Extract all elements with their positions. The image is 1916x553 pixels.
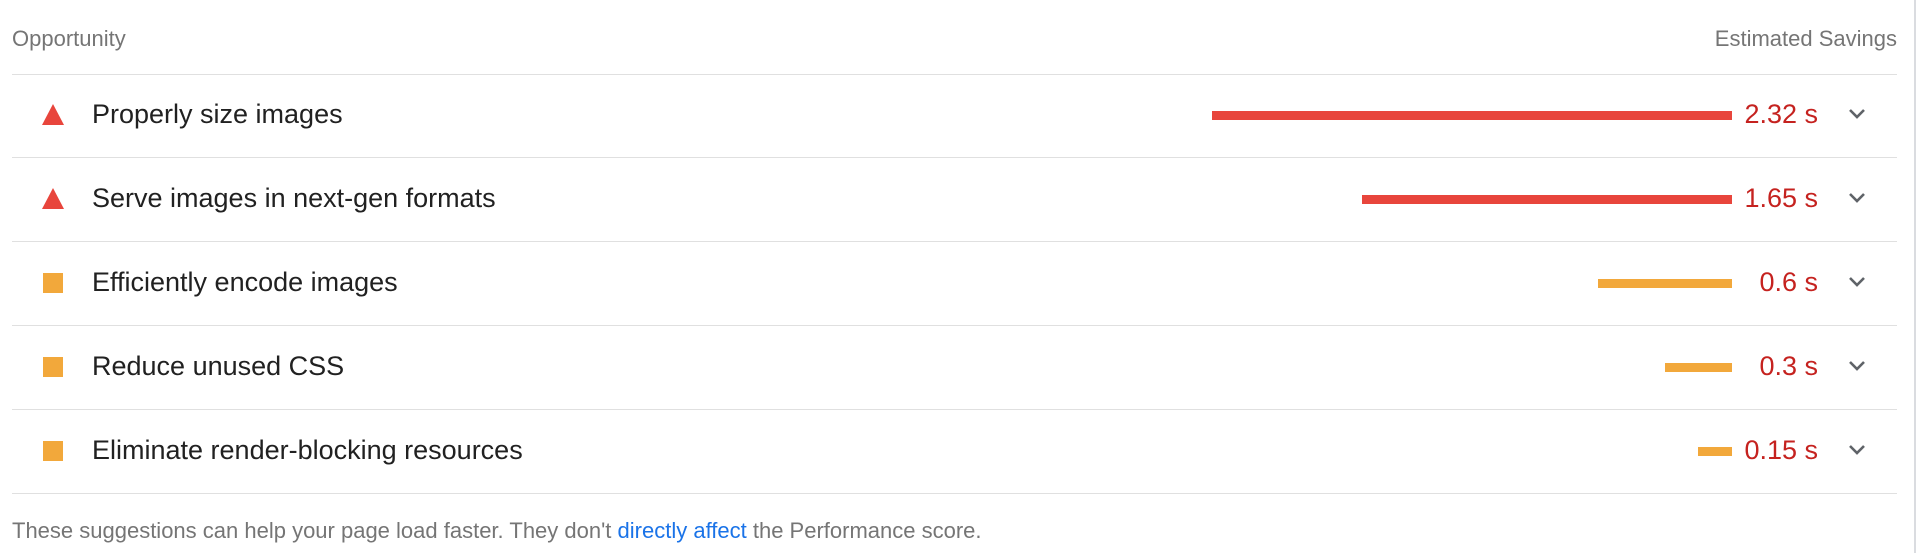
savings-bar — [1598, 279, 1732, 288]
savings-bar — [1362, 195, 1732, 204]
square-icon — [43, 357, 63, 377]
opportunity-row[interactable]: Reduce unused CSS 0.3 s — [12, 326, 1897, 410]
savings-value: 0.6 s — [1759, 267, 1818, 297]
savings-bar — [1212, 111, 1732, 120]
opportunities-footer-note: These suggestions can help your page loa… — [12, 518, 982, 544]
opportunity-title: Serve images in next-gen formats — [92, 183, 496, 213]
opportunity-row[interactable]: Eliminate render-blocking resources 0.15… — [12, 410, 1897, 494]
chevron-down-icon[interactable] — [1843, 352, 1871, 380]
estimated-savings-column-label: Estimated Savings — [1714, 26, 1897, 51]
chevron-down-icon[interactable] — [1843, 268, 1871, 296]
chevron-down-icon[interactable] — [1843, 184, 1871, 212]
opportunity-row[interactable]: Efficiently encode images 0.6 s — [12, 242, 1897, 326]
square-icon — [43, 441, 63, 461]
opportunity-title: Reduce unused CSS — [92, 351, 345, 381]
footer-text-after: the Performance score. — [746, 518, 982, 543]
footer-text-before: These suggestions can help your page loa… — [12, 518, 618, 543]
opportunity-title: Properly size images — [92, 99, 343, 129]
opportunities-header: Opportunity Estimated Savings — [12, 0, 1897, 75]
opportunity-list: Properly size images 2.32 s Serve images… — [12, 74, 1897, 494]
triangle-icon — [42, 188, 64, 209]
savings-bar — [1698, 447, 1732, 456]
savings-value: 0.15 s — [1744, 435, 1818, 465]
chevron-down-icon[interactable] — [1843, 100, 1871, 128]
square-icon — [43, 273, 63, 293]
savings-bar — [1665, 363, 1732, 372]
opportunity-title: Efficiently encode images — [92, 267, 398, 297]
opportunity-row[interactable]: Serve images in next-gen formats 1.65 s — [12, 158, 1897, 242]
triangle-icon — [42, 104, 64, 125]
opportunity-row[interactable]: Properly size images 2.32 s — [12, 74, 1897, 158]
savings-value: 2.32 s — [1744, 99, 1818, 129]
chevron-down-icon[interactable] — [1843, 436, 1871, 464]
opportunity-column-label: Opportunity — [12, 26, 126, 51]
directly-affect-link[interactable]: directly affect — [618, 518, 747, 543]
savings-value: 1.65 s — [1744, 183, 1818, 213]
opportunities-panel: Opportunity Estimated Savings Properly s… — [0, 0, 1916, 553]
savings-value: 0.3 s — [1759, 351, 1818, 381]
opportunity-title: Eliminate render-blocking resources — [92, 435, 523, 465]
